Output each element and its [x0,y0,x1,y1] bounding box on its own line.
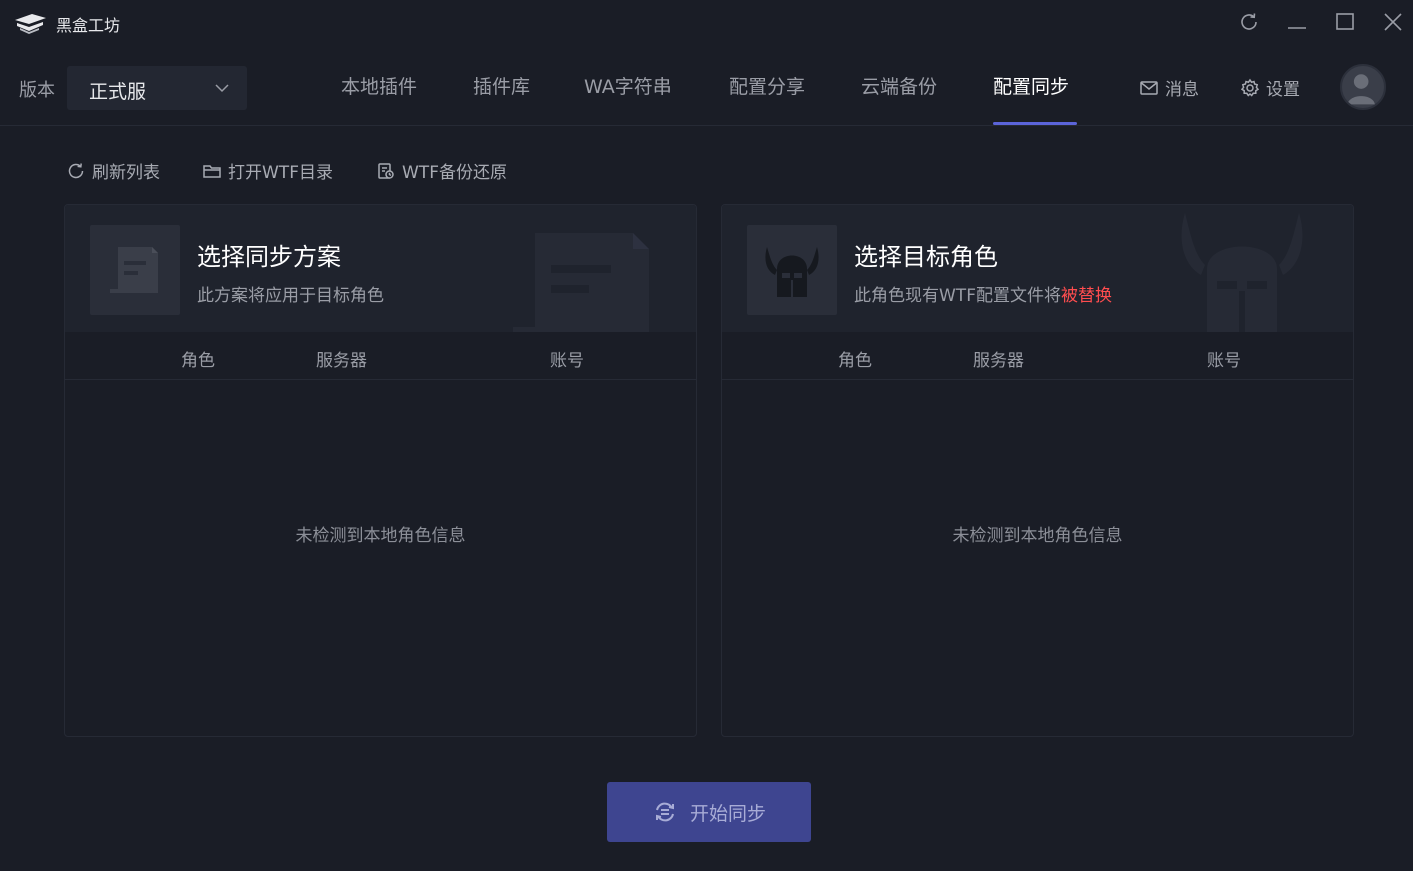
version-label: 版本 [19,80,55,101]
sync-scheme-header: 选择同步方案 此方案将应用于目标角色 [65,205,696,332]
target-character-subtitle: 此角色现有WTF配置文件将被替换 [854,281,1112,306]
refresh-icon [1241,13,1257,30]
user-avatar[interactable] [1340,64,1386,110]
backup-icon [378,162,394,179]
scroll-decoration-icon [513,233,649,332]
version-select[interactable]: 正式服 [67,66,247,110]
start-sync-label: 开始同步 [689,802,766,825]
settings-button[interactable]: 设置 [1240,75,1300,100]
column-header-account: 账号 [1207,351,1241,371]
refresh-icon [68,162,84,178]
column-header-account: 账号 [550,351,584,371]
column-header-character: 角色 [181,351,215,371]
app-window: 黑盒工坊 版本 正式服 本地插件 插件库 WA字符串 配置分享 云端备份 配置同… [0,0,1413,871]
target-character-panel: 选择目标角色 此角色现有WTF配置文件将被替换 角色 服务器 账号 未检测到本地… [721,204,1354,737]
folder-icon [203,164,221,178]
tab-wa-strings[interactable]: WA字符串 [584,72,672,99]
tab-cloud-backup[interactable]: 云端备份 [861,72,937,99]
refresh-list-label: 刷新列表 [92,163,160,183]
open-wtf-button[interactable]: 打开WTF目录 [202,158,333,183]
column-header-server: 服务器 [973,351,1024,371]
header-nav: 版本 正式服 本地插件 插件库 WA字符串 配置分享 云端备份 配置同步 消息 [0,46,1413,126]
target-subtitle-text: 此角色现有WTF配置文件将 [854,286,1061,306]
sync-icon [655,802,674,822]
title-bar: 黑盒工坊 [0,0,1413,46]
user-icon [1347,74,1375,105]
mail-icon [1140,80,1158,95]
target-character-empty-text: 未检测到本地角色信息 [952,526,1123,546]
version-select-value: 正式服 [89,81,147,103]
close-icon [1384,13,1402,31]
gear-icon [1240,78,1260,97]
scheme-icon-box [90,225,180,315]
tab-config-share[interactable]: 配置分享 [729,72,805,99]
wtf-backup-label: WTF备份还原 [402,163,507,183]
sync-scheme-empty-text: 未检测到本地角色信息 [295,526,466,546]
window-refresh-button[interactable] [1237,10,1261,34]
chevron-down-icon [215,84,229,93]
tab-config-sync[interactable]: 配置同步 [993,72,1069,99]
start-sync-button[interactable]: 开始同步 [607,782,811,842]
settings-label: 设置 [1266,80,1300,100]
messages-label: 消息 [1165,80,1199,100]
tab-local-plugins[interactable]: 本地插件 [341,72,417,99]
scroll-document-icon [110,247,158,293]
app-logo-icon [15,14,46,34]
target-character-title: 选择目标角色 [854,243,998,271]
sync-scheme-title: 选择同步方案 [197,243,341,271]
refresh-list-button[interactable]: 刷新列表 [66,158,160,183]
messages-button[interactable]: 消息 [1139,75,1199,100]
column-header-server: 服务器 [316,351,367,371]
tab-plugin-library[interactable]: 插件库 [473,72,530,99]
app-title: 黑盒工坊 [56,16,121,35]
window-close-button[interactable] [1381,10,1405,34]
sync-scheme-table-header: 角色 服务器 账号 [65,332,696,380]
sync-scheme-panel: 选择同步方案 此方案将应用于目标角色 角色 服务器 账号 未检测到本地角色信息 [64,204,697,737]
minimize-icon [1288,27,1306,29]
window-maximize-button[interactable] [1333,10,1357,34]
target-character-table-header: 角色 服务器 账号 [722,332,1353,380]
target-icon-box [747,225,837,315]
window-minimize-button[interactable] [1285,10,1309,34]
wtf-backup-button[interactable]: WTF备份还原 [376,158,507,183]
maximize-icon [1336,13,1354,30]
active-tab-indicator [993,122,1077,125]
target-subtitle-warning: 被替换 [1060,286,1112,306]
helmet-decoration-icon [1181,213,1303,332]
sync-scheme-subtitle: 此方案将应用于目标角色 [197,286,384,306]
open-wtf-label: 打开WTF目录 [228,163,333,183]
helmet-icon [765,247,819,297]
target-character-header: 选择目标角色 此角色现有WTF配置文件将被替换 [722,205,1353,332]
column-header-character: 角色 [838,351,872,371]
